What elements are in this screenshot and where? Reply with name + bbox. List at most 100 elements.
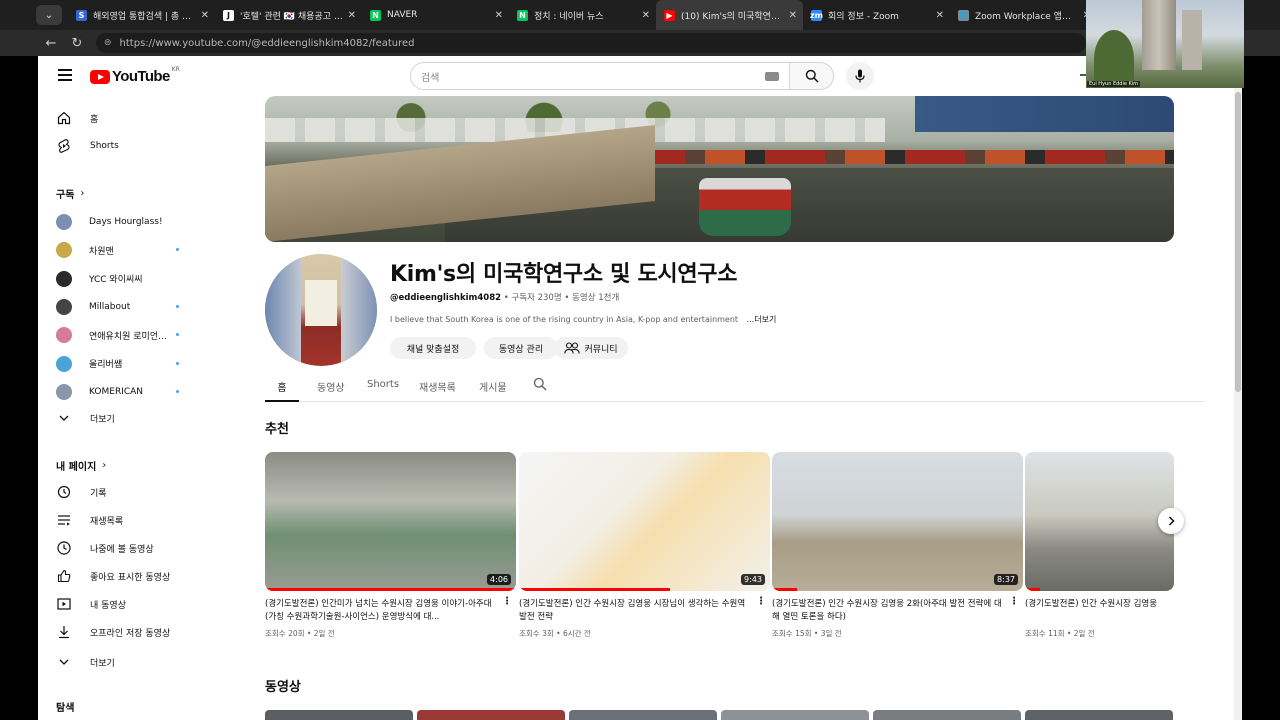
sidebar-item-history[interactable]: 기록: [38, 478, 228, 506]
youtube-logo[interactable]: YouTube KR: [90, 66, 180, 85]
browser-tab[interactable]: N NAVER ✕: [362, 0, 509, 30]
close-icon[interactable]: ✕: [348, 10, 356, 21]
subscription-item[interactable]: Days Hourglass!: [38, 208, 228, 236]
browser-tab[interactable]: ▶ (10) Kim's의 미국학연구소 및 ✕: [656, 0, 803, 30]
tab-playlists[interactable]: 재생목록: [419, 374, 456, 402]
close-icon[interactable]: ✕: [642, 10, 650, 21]
subscription-item[interactable]: Millabout: [38, 293, 228, 321]
tab-home[interactable]: 홈: [265, 374, 299, 402]
community-button[interactable]: 커뮤니티: [554, 337, 628, 359]
subscription-item[interactable]: 차원맨: [38, 236, 228, 264]
video-duration: 4:06: [487, 574, 511, 585]
show-more-you[interactable]: 더보기: [38, 648, 228, 676]
video-card[interactable]: 9:43 (경기도발전론) 인간 수원시장 김영웅 시장님이 생각하는 수원역 …: [519, 452, 770, 639]
channel-description[interactable]: I believe that South Korea is one of the…: [390, 314, 776, 325]
video-thumbnail[interactable]: 9:43: [519, 452, 770, 591]
close-icon[interactable]: ✕: [495, 10, 503, 21]
browser-tab[interactable]: S 해외영업 통합검색 | 총 9,09 ✕: [68, 0, 215, 30]
button-label: 동영상 관리: [498, 344, 544, 355]
back-button[interactable]: ←: [40, 36, 62, 51]
scrollbar-thumb[interactable]: [1235, 92, 1241, 392]
search-input[interactable]: 검색: [410, 62, 790, 90]
close-icon[interactable]: ✕: [201, 10, 209, 21]
page-scrollbar[interactable]: [1234, 56, 1242, 720]
more-actions-icon[interactable]: ⋮: [502, 596, 512, 607]
browser-tab[interactable]: N 정치 : 네이버 뉴스 ✕: [509, 0, 656, 30]
favicon-icon: N: [517, 9, 528, 21]
new-content-dot: [176, 333, 179, 337]
search-button[interactable]: [790, 62, 834, 90]
menu-icon[interactable]: [58, 69, 72, 81]
voice-search-button[interactable]: [846, 62, 874, 90]
site-info-icon[interactable]: ⊜: [104, 38, 112, 48]
sidebar-item-home[interactable]: 홈: [38, 104, 228, 132]
video-thumbnail[interactable]: [569, 710, 717, 720]
close-icon[interactable]: ✕: [789, 10, 797, 21]
more-actions-icon[interactable]: ⋮: [1009, 596, 1019, 607]
video-title[interactable]: (경기도발전론) 인간 수원시장 김영웅 2화(아주대 발전 전략에 대해 열띤…: [772, 598, 1008, 624]
video-duration: 9:43: [741, 574, 765, 585]
url-input[interactable]: ⊜ https://www.youtube.com/@eddieenglishk…: [96, 33, 1086, 53]
video-card[interactable]: 8:37 (경기도발전론) 인간 수원시장 김영웅 2화(아주대 발전 전략에 …: [772, 452, 1023, 639]
keyboard-icon[interactable]: [765, 71, 779, 81]
tab-videos[interactable]: 동영상: [317, 374, 345, 402]
you-header[interactable]: 내 페이지 ›: [56, 458, 106, 473]
sidebar-item-watch-later[interactable]: 나중에 볼 동영상: [38, 534, 228, 562]
my-videos-icon: [56, 596, 72, 612]
search-placeholder: 검색: [421, 72, 440, 84]
microphone-icon: [855, 69, 865, 83]
more-link[interactable]: ...더보기: [747, 315, 777, 324]
watch-later-icon: [56, 540, 72, 556]
more-actions-icon[interactable]: ⋮: [756, 596, 766, 607]
manage-videos-button[interactable]: 동영상 관리: [484, 337, 558, 359]
sidebar-item-liked-videos[interactable]: 좋아요 표시한 동영상: [38, 562, 228, 590]
tab-posts[interactable]: 게시물: [479, 374, 507, 402]
subscription-label: 차원맨: [89, 246, 114, 257]
video-building: [1182, 10, 1202, 70]
banner-building: [915, 96, 1174, 132]
show-more-subscriptions[interactable]: 더보기: [38, 404, 228, 432]
zoom-video-thumbnail[interactable]: Eui Hyun Eddie Kim: [1086, 0, 1244, 88]
subscription-item[interactable]: 올리버쌤: [38, 350, 228, 378]
sidebar-item-shorts[interactable]: Shorts: [38, 132, 228, 160]
video-card[interactable]: 4:06 (경기도발전론) 인간미가 넘치는 수원시장 김영웅 이야기-아주대(…: [265, 452, 516, 639]
video-count: 동영상 1천개: [572, 293, 620, 303]
reload-button[interactable]: ↻: [66, 36, 88, 51]
video-thumbnail[interactable]: [721, 710, 869, 720]
video-card[interactable]: (경기도발전론) 인간 수원시장 김영웅 조회수 11회 • 2일 전: [1025, 452, 1174, 639]
browser-tab[interactable]: zm 회의 정보 - Zoom ✕: [803, 0, 950, 30]
video-thumbnail[interactable]: 4:06: [265, 452, 516, 591]
video-thumbnail[interactable]: [1025, 710, 1173, 720]
video-thumbnail[interactable]: [873, 710, 1021, 720]
video-title[interactable]: (경기도발전론) 인간미가 넘치는 수원시장 김영웅 이야기-아주대(가칭 수원…: [265, 598, 501, 624]
browser-tab[interactable]: J '호텔' 관련 🇰🇷 채용공고 | 총 ✕: [215, 0, 362, 30]
like-icon: [56, 568, 72, 584]
video-title[interactable]: (경기도발전론) 인간 수원시장 김영웅 시장님이 생각하는 수원역 발전 전략: [519, 598, 755, 624]
video-tree: [1094, 30, 1134, 88]
tab-label: 재생목록: [419, 383, 456, 394]
shelf-next-button[interactable]: [1158, 508, 1184, 534]
customize-channel-button[interactable]: 채널 맞춤설정: [390, 337, 476, 359]
video-title[interactable]: (경기도발전론) 인간 수원시장 김영웅: [1025, 598, 1174, 624]
sidebar-item-your-videos[interactable]: 내 동영상: [38, 590, 228, 618]
video-thumbnail[interactable]: [1025, 452, 1174, 591]
video-thumbnail[interactable]: [417, 710, 565, 720]
subscriptions-header[interactable]: 구독 ›: [56, 186, 84, 201]
button-label: 채널 맞춤설정: [406, 344, 460, 355]
browser-tab[interactable]: 🌐Zoom Workplace 앱에서 참✕: [950, 0, 1097, 30]
sidebar-item-label: 더보기: [90, 414, 115, 425]
sidebar-item-label: 좋아요 표시한 동영상: [90, 572, 171, 583]
channel-avatar[interactable]: [265, 254, 377, 366]
tab-shorts[interactable]: Shorts: [367, 374, 399, 402]
channel-search-button[interactable]: [533, 374, 547, 402]
sidebar-item-playlists[interactable]: 재생목록: [38, 506, 228, 534]
subscription-item[interactable]: KOMERICAN: [38, 378, 228, 406]
tab-search-button[interactable]: ⌄: [36, 5, 62, 25]
video-thumbnail[interactable]: [265, 710, 413, 720]
video-thumbnail[interactable]: 8:37: [772, 452, 1023, 591]
download-icon: [56, 624, 72, 640]
subscription-item[interactable]: YCC 와이씨씨: [38, 265, 228, 293]
close-icon[interactable]: ✕: [936, 10, 944, 21]
sidebar-item-downloads[interactable]: 오프라인 저장 동영상: [38, 618, 228, 646]
subscription-item[interactable]: 연애유치원 로미언...: [38, 321, 228, 349]
